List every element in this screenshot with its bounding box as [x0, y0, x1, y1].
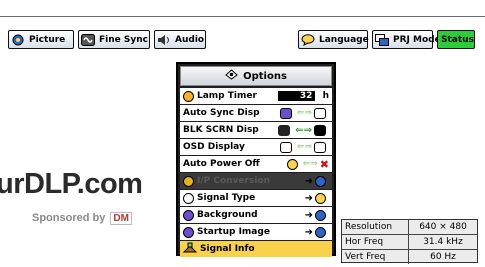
table-row: Hor Freq 31.4 kHz — [342, 235, 477, 250]
hor-freq-key: Hor Freq — [342, 235, 409, 249]
toggle-arrow-icon: ⇐⇒ — [296, 108, 312, 118]
power-off-x-icon: ✖ — [319, 157, 329, 171]
fine-sync-tab[interactable]: Fine Sync — [78, 30, 150, 49]
menu-item-osd-display[interactable]: OSD Display ⇐⇒ — [180, 139, 332, 155]
background-label: Background — [197, 210, 258, 220]
lamp-timer-value: 32 — [277, 91, 316, 101]
watermark-logo: urDLP.com — [0, 168, 143, 200]
blk-scrn-disp-label: BLK SCRN Disp — [183, 125, 259, 135]
ip-icon — [183, 175, 194, 187]
language-tab[interactable]: Language — [298, 30, 369, 49]
menu-item-signal-type[interactable]: Signal Type ➜ — [180, 190, 332, 206]
menu-item-ip-conversion[interactable]: I/P Conversion ➜ — [180, 173, 332, 189]
menu-item-signal-info[interactable]: Signal Info — [180, 241, 332, 257]
resolution-value: 640 × 480 — [419, 222, 467, 232]
submenu-arrow-icon: ➜ — [304, 175, 313, 187]
menu-item-auto-power-off[interactable]: Auto Power Off ⇐⇒ ✖ — [180, 156, 332, 172]
lamp-timer-unit: h — [322, 91, 329, 101]
auto-power-off-label: Auto Power Off — [183, 159, 260, 169]
auto-sync-disp-label: Auto Sync Disp — [183, 108, 260, 118]
signal-type-label: Signal Type — [197, 193, 256, 203]
speech-bubble-icon — [301, 33, 315, 46]
power-timer-icon — [286, 158, 298, 170]
submenu-arrow-icon: ➜ — [304, 192, 313, 204]
startup-image-submenu-icon — [315, 226, 326, 238]
osd-on-icon — [279, 141, 292, 153]
signal-info-table: Resolution 640 × 480 Hor Freq 31.4 kHz V… — [341, 219, 478, 264]
sponsor-label: Sponsored by — [32, 212, 106, 224]
toggle-arrow-icon: ⇐⇒ — [302, 159, 318, 169]
speaker-icon — [157, 34, 171, 46]
options-panel: Options Lamp Timer 32 h Auto Sync Disp ⇐… — [176, 62, 336, 257]
vert-freq-key: Vert Freq — [342, 250, 409, 264]
submenu-arrow-icon: ➜ — [304, 209, 313, 221]
table-row: Resolution 640 × 480 — [342, 220, 477, 235]
picture-icon — [11, 34, 25, 46]
top-divider — [0, 16, 485, 17]
prj-mode-label: PRJ Mode — [393, 34, 441, 45]
signal-type-icon — [183, 192, 194, 204]
vert-freq-value: 60 Hz — [430, 252, 456, 262]
audio-tab[interactable]: Audio — [154, 30, 206, 49]
toggle-arrow-icon: ⇐⇒ — [296, 142, 312, 152]
menu-item-background[interactable]: Background ➜ — [180, 207, 332, 223]
table-row: Vert Freq 60 Hz — [342, 250, 477, 264]
hor-freq-value: 31.4 kHz — [423, 237, 463, 247]
status-tab[interactable]: Status — [437, 30, 475, 49]
blank-screen-off-icon — [314, 124, 326, 136]
menu-item-lamp-timer[interactable]: Lamp Timer 32 h — [180, 88, 332, 104]
background-icon — [183, 209, 194, 221]
toggle-arrow-icon: ⇐⇒ — [295, 124, 312, 136]
background-submenu-icon — [315, 209, 326, 221]
options-title: Options — [243, 70, 287, 82]
fine-sync-icon — [81, 33, 95, 46]
blank-screen-on-icon — [278, 124, 291, 136]
signal-type-submenu-icon — [315, 192, 326, 204]
menu-item-startup-image[interactable]: Startup Image ➜ — [180, 224, 332, 240]
lamp-timer-label: Lamp Timer — [197, 91, 257, 101]
language-label: Language — [319, 34, 369, 45]
sponsor-logo: DM — [110, 212, 132, 225]
startup-image-icon — [183, 226, 194, 238]
prj-mode-tab[interactable]: PRJ Mode — [372, 30, 441, 49]
signal-info-icon — [182, 242, 198, 256]
options-title-bar: Options — [180, 66, 332, 86]
signal-info-label: Signal Info — [200, 244, 255, 254]
lamp-timer-icon — [183, 90, 194, 102]
submenu-arrow-icon: ➜ — [304, 226, 313, 238]
status-label: Status — [441, 34, 474, 45]
ip-conversion-label: I/P Conversion — [197, 176, 271, 186]
picture-label: Picture — [29, 34, 66, 45]
menu-item-blk-scrn-disp[interactable]: BLK SCRN Disp ⇐⇒ — [180, 122, 332, 138]
sync-on-icon — [279, 107, 292, 119]
picture-tab[interactable]: Picture — [8, 30, 74, 49]
osd-off-icon — [314, 141, 326, 153]
projector-screen-icon — [375, 33, 389, 46]
options-icon — [225, 69, 238, 83]
osd-display-label: OSD Display — [183, 142, 245, 152]
sponsor-text: Sponsored by DM — [32, 212, 132, 225]
fine-sync-label: Fine Sync — [99, 34, 148, 45]
sync-off-icon — [314, 107, 326, 119]
menu-item-auto-sync-disp[interactable]: Auto Sync Disp ⇐⇒ — [180, 105, 332, 121]
audio-label: Audio — [175, 34, 205, 45]
ip-submenu-icon — [315, 175, 326, 187]
resolution-key: Resolution — [342, 220, 409, 234]
startup-image-label: Startup Image — [197, 227, 270, 237]
